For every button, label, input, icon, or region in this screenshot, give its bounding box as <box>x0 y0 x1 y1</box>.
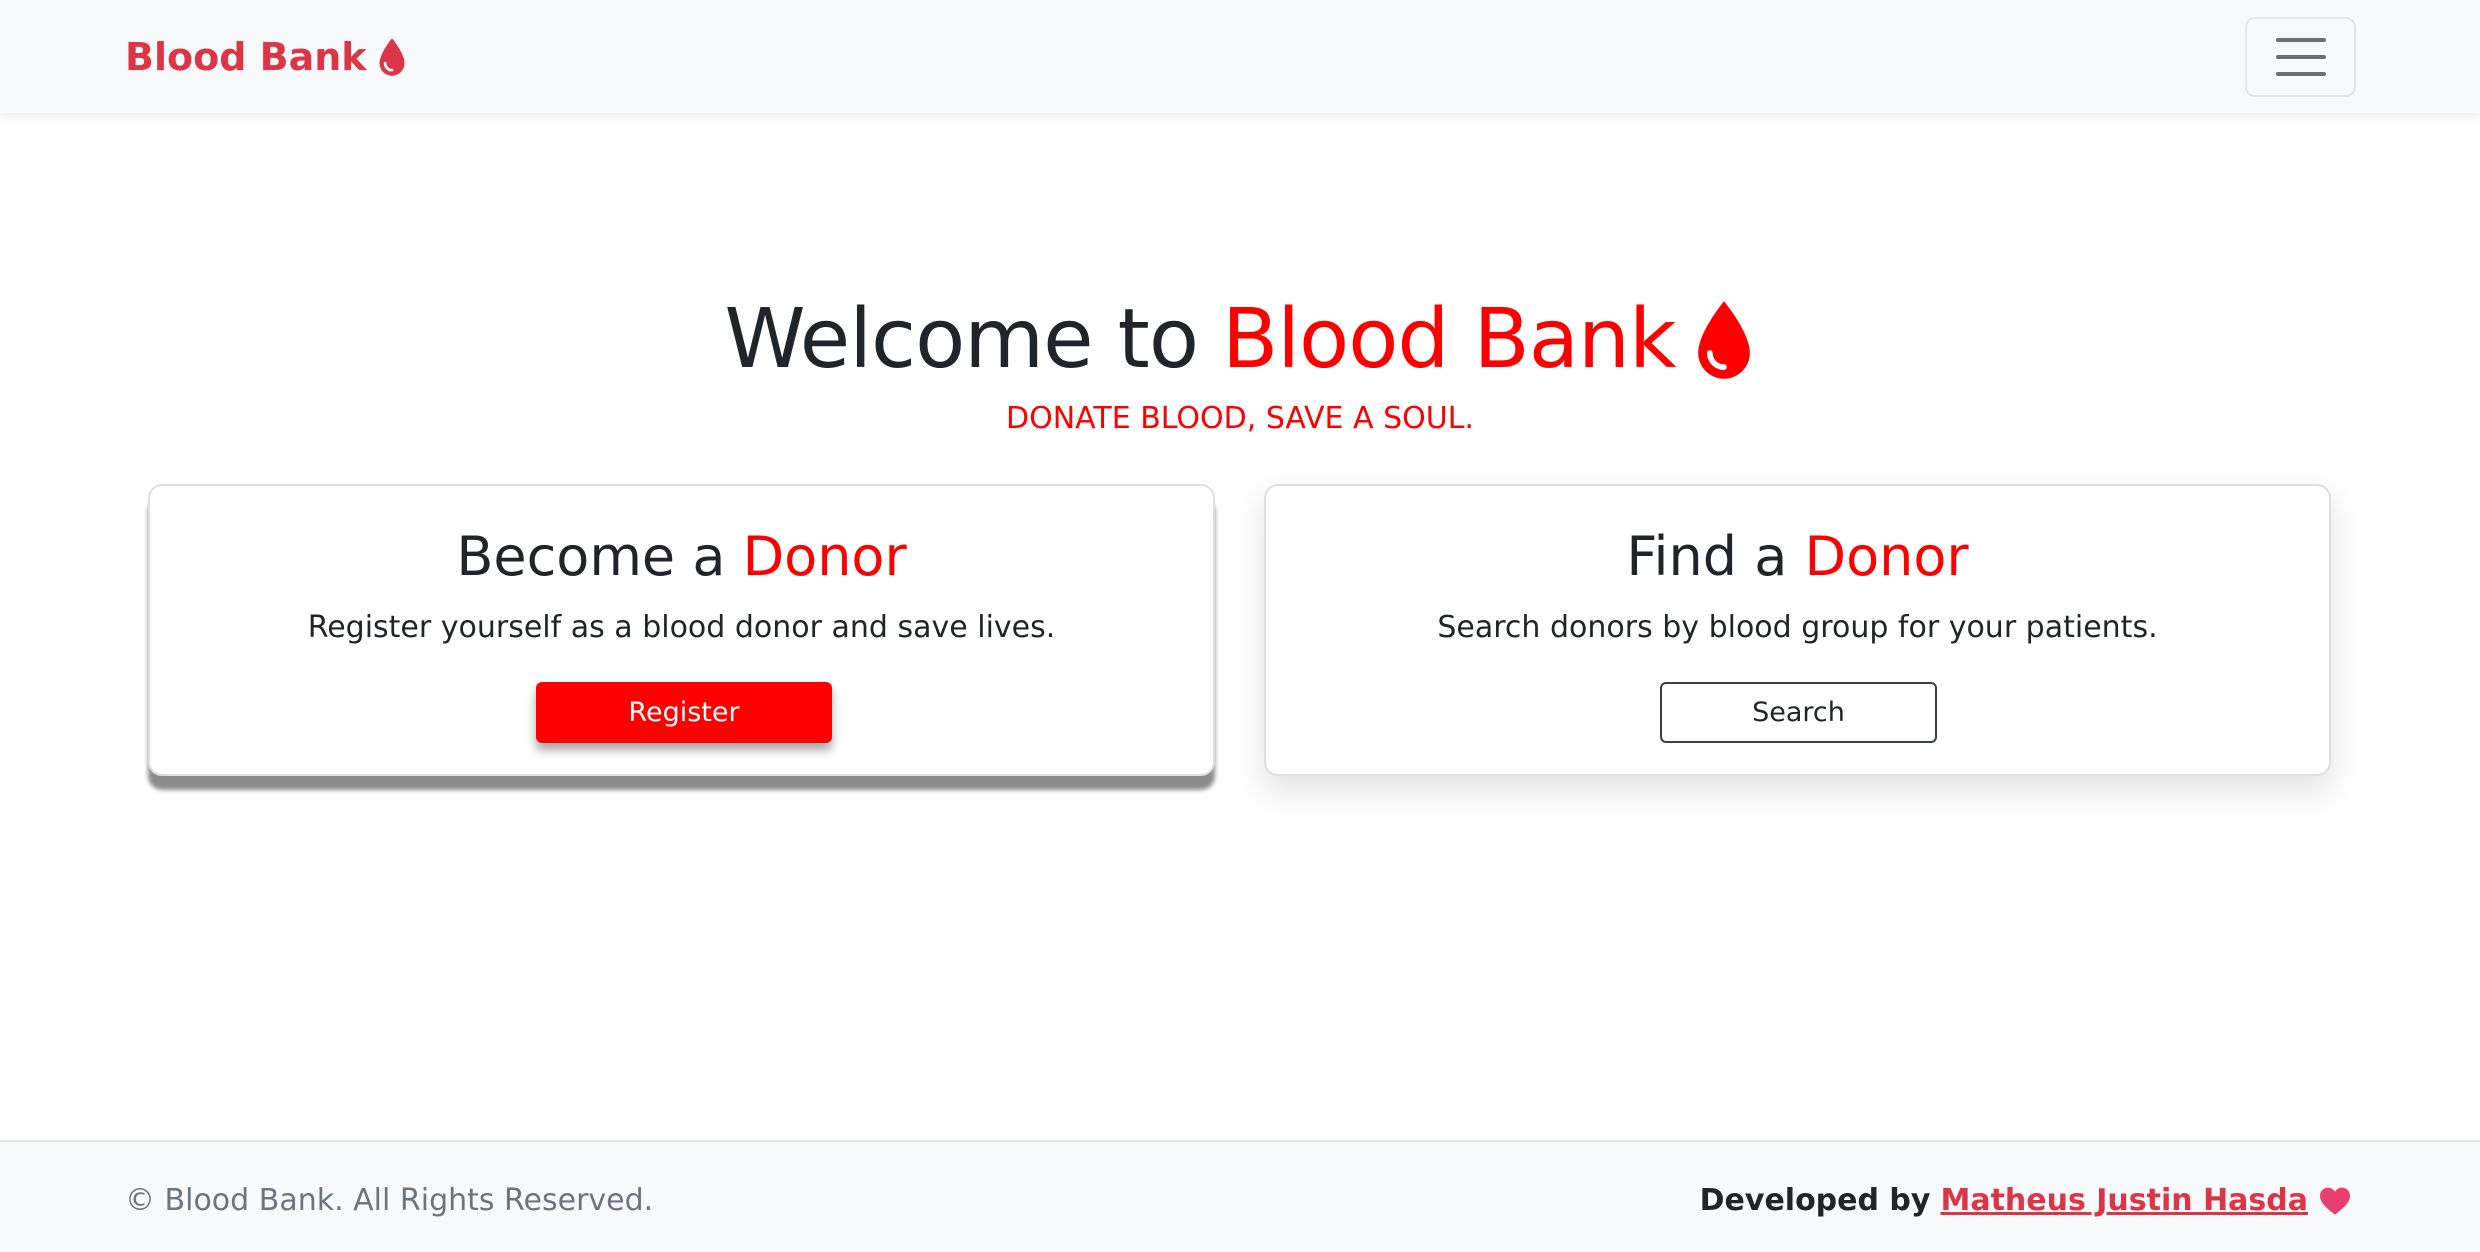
become-donor-card: Become a Donor Register yourself as a bl… <box>148 484 1215 776</box>
card-text: Search donors by blood group for your pa… <box>1437 610 2158 645</box>
brand-link[interactable]: Blood Bank <box>125 28 407 86</box>
footer: © Blood Bank. All Rights Reserved. Devel… <box>0 1140 2480 1252</box>
card-title-prefix: Become a <box>456 525 726 588</box>
blood-drop-icon <box>1698 301 1751 379</box>
brand-text: Blood Bank <box>125 35 367 79</box>
hamburger-menu-icon-bar <box>2275 72 2326 76</box>
page: Blood Bank Welcome to Blood Bank DONATE … <box>0 0 2480 1252</box>
register-button[interactable]: Register <box>536 682 832 743</box>
hero-title-prefix: Welcome to <box>724 292 1199 387</box>
hamburger-menu-icon <box>2275 38 2326 42</box>
hamburger-menu-icon-bar <box>2275 55 2326 59</box>
card-title: Find a Donor <box>1266 522 2329 592</box>
search-button[interactable]: Search <box>1660 682 1937 743</box>
card-title: Become a Donor <box>150 522 1213 592</box>
find-donor-card: Find a Donor Search donors by blood grou… <box>1264 484 2331 776</box>
credit-prefix: Developed by <box>1699 1183 1931 1218</box>
card-title-prefix: Find a <box>1626 525 1788 588</box>
heart-icon <box>2320 1187 2350 1215</box>
hero-title-highlight: Blood Bank <box>1222 292 1676 387</box>
blood-drop-icon <box>379 38 405 76</box>
card-title-highlight: Donor <box>742 525 907 588</box>
hero-tagline: DONATE BLOOD, SAVE A SOUL. <box>1006 401 1474 436</box>
developer-credit: Developed by Matheus Justin Hasda <box>1700 1180 2352 1222</box>
developer-link[interactable]: Matheus Justin Hasda <box>1940 1180 2308 1222</box>
copyright-text: © Blood Bank. All Rights Reserved. <box>125 1183 654 1218</box>
card-title-highlight: Donor <box>1804 525 1969 588</box>
navbar: Blood Bank <box>0 0 2480 113</box>
navbar-toggler-button[interactable] <box>2245 17 2356 97</box>
hero-title: Welcome to Blood Bank <box>0 290 2480 390</box>
card-text: Register yourself as a blood donor and s… <box>307 610 1056 645</box>
